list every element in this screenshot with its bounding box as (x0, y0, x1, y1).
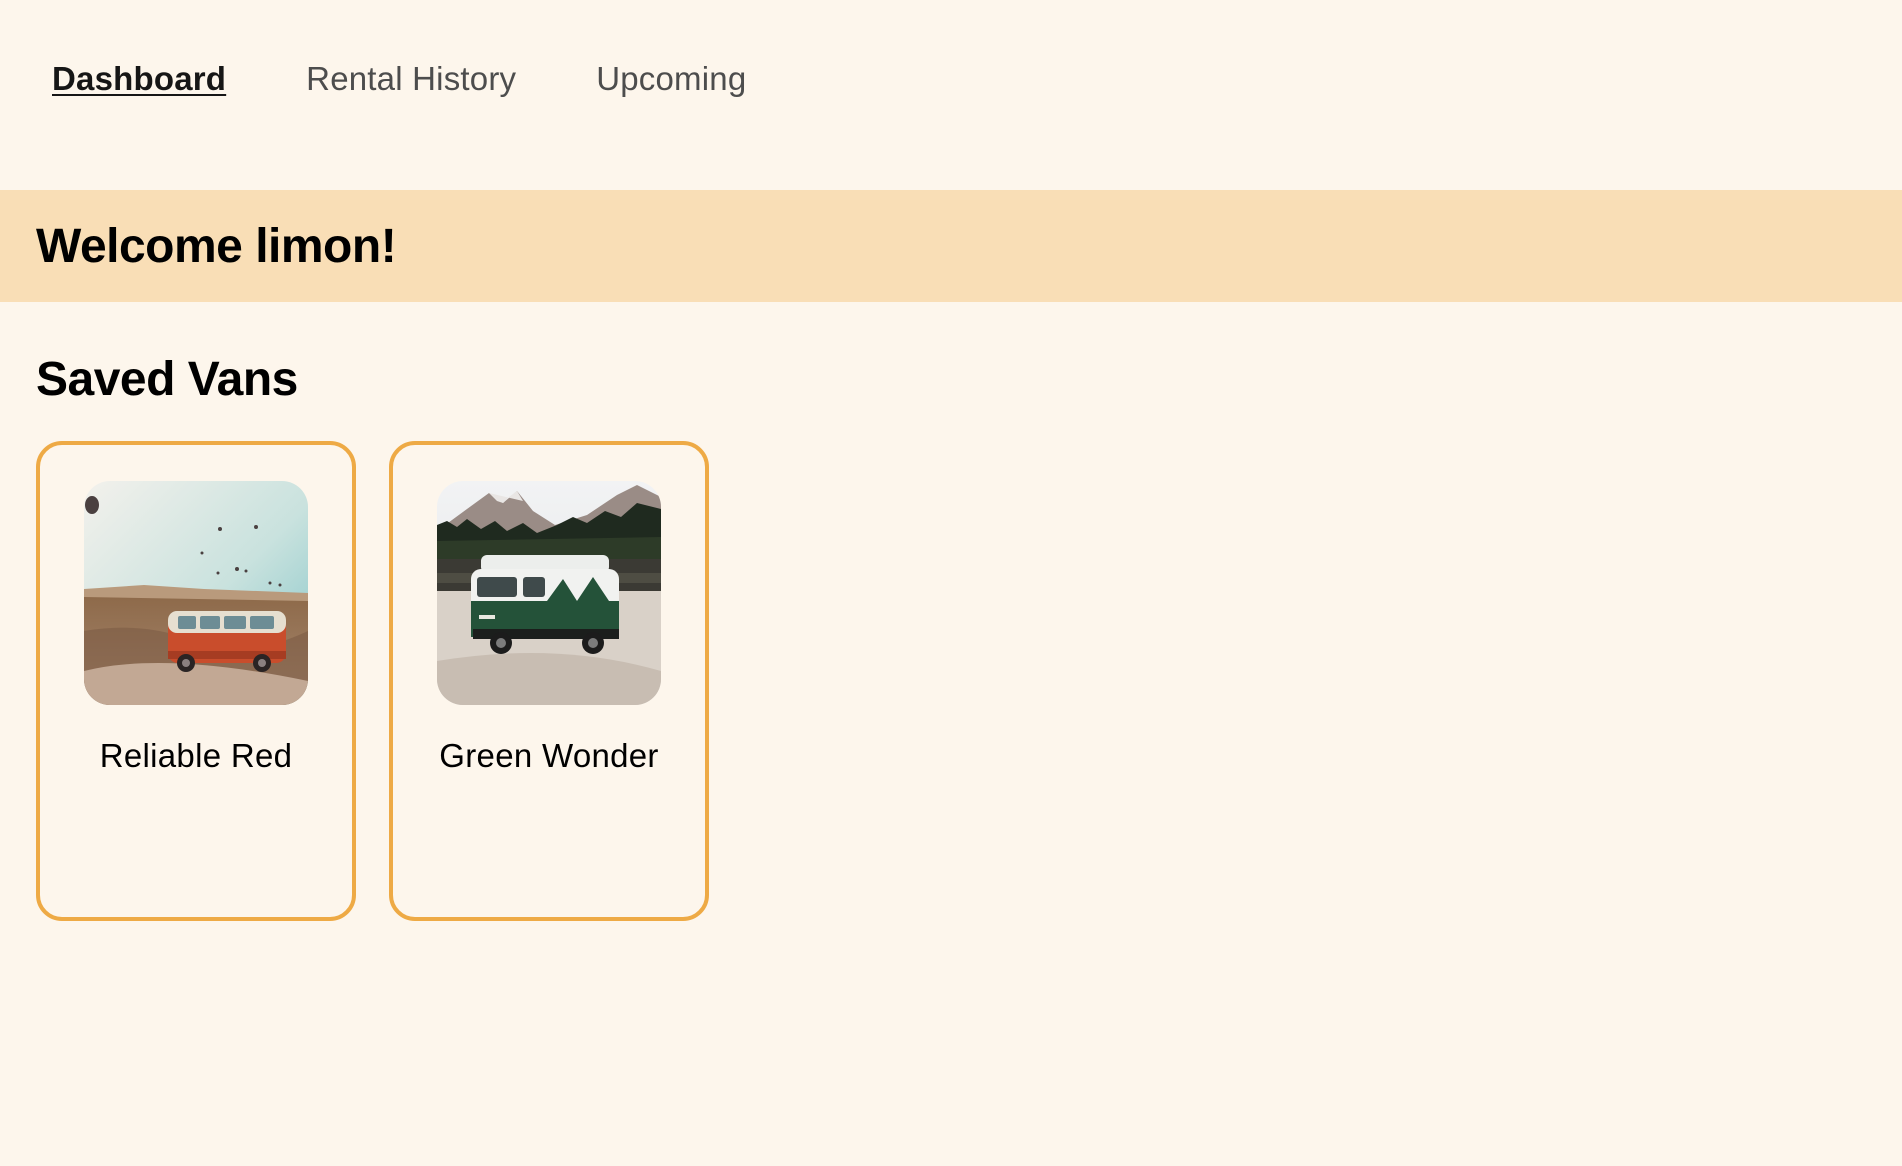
nav-link-rental-history[interactable]: Rental History (306, 60, 516, 98)
welcome-heading: Welcome limon! (36, 219, 397, 273)
nav-link-dashboard[interactable]: Dashboard (52, 60, 226, 98)
top-navigation: Dashboard Rental History Upcoming (0, 0, 1902, 190)
green-van-photo (437, 481, 661, 705)
van-name: Green Wonder (439, 737, 659, 774)
saved-vans-heading: Saved Vans (36, 353, 298, 406)
red-van-photo (84, 481, 308, 705)
welcome-banner: Welcome limon! (0, 190, 1902, 302)
nav-link-upcoming[interactable]: Upcoming (596, 60, 746, 98)
van-name: Reliable Red (99, 737, 293, 774)
van-card-reliable-red[interactable]: Reliable Red (36, 441, 356, 921)
van-card-green-wonder[interactable]: Green Wonder (389, 441, 709, 921)
saved-vans-grid: Reliable Red Green Wonder (36, 441, 709, 921)
